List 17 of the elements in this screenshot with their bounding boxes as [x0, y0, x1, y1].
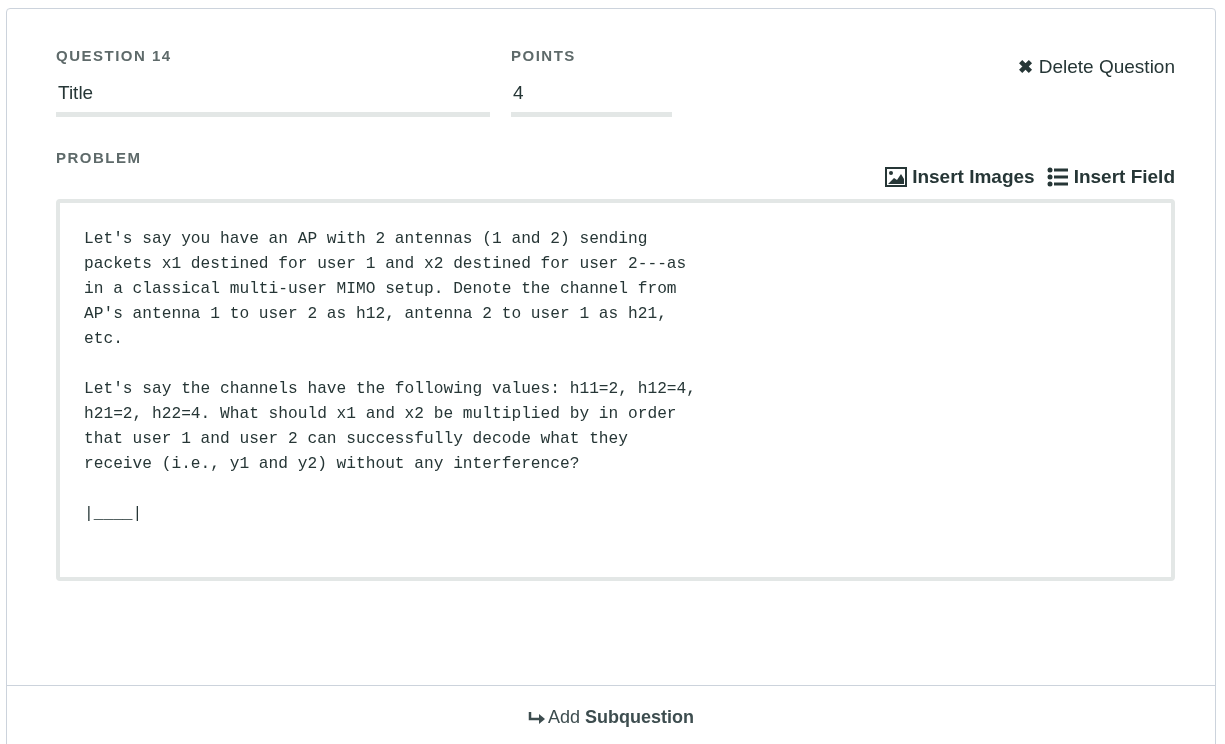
- insert-field-button[interactable]: Insert Field: [1046, 162, 1175, 191]
- question-label: QUESTION 14: [56, 46, 173, 66]
- return-arrow-icon: [528, 710, 546, 725]
- list-icon: [1046, 166, 1069, 187]
- add-subquestion-button[interactable]: Add Subquestion: [528, 704, 694, 731]
- problem-editor[interactable]: [56, 199, 1175, 581]
- problem-paragraph: Let's say you have an AP with 2 antennas (1 and 2) sending packets x1 destined for user 1 and x2 destined for user 2---as in a classical multi-user MIMO setup. Denote the channel from AP's antenna 1 to user 2 as h12, antenna 2 to user 1 as h21, etc.: [84, 229, 688, 350]
- problem-paragraph: |____|: [84, 504, 144, 525]
- title-field[interactable]: Title: [56, 79, 490, 117]
- delete-question-button[interactable]: ✖ Delete Question: [1017, 53, 1175, 82]
- points-label: POINTS: [511, 46, 577, 66]
- points-field[interactable]: 4: [511, 79, 672, 117]
- insert-images-button[interactable]: Insert Images: [885, 162, 1035, 191]
- problem-paragraph: Let's say the channels have the following values: h11=2, h12=4, h21=2, h22=4. What should x1 and x2 be multiplied by in order that user 1 and user 2 can successfully decode what they receive (i.e., y1 and y2) without any interference?: [84, 379, 697, 475]
- problem-label: PROBLEM: [56, 147, 142, 168]
- close-icon: ✖: [1017, 53, 1033, 81]
- image-icon: [885, 166, 908, 187]
